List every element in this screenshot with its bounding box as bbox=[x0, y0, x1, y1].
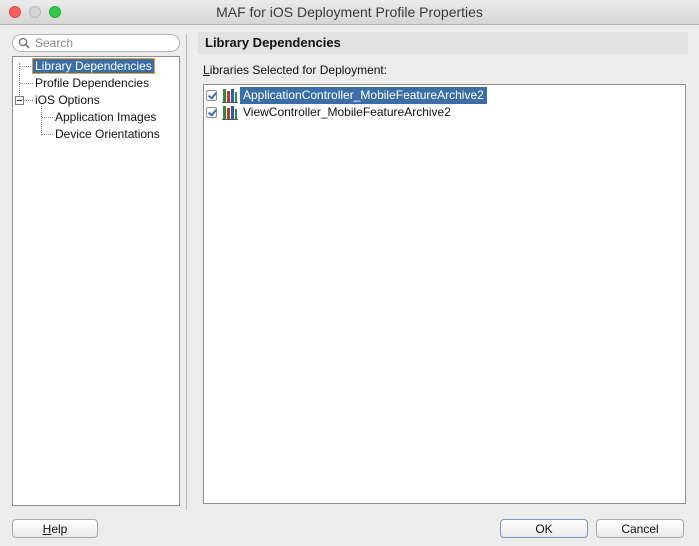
split-divider[interactable] bbox=[186, 34, 187, 510]
nav-item-device-orientations[interactable]: Device Orientations bbox=[55, 126, 160, 142]
panel-header: Library Dependencies bbox=[198, 32, 688, 54]
tree-line bbox=[42, 117, 53, 118]
tree-line bbox=[41, 106, 42, 135]
nav-item-library-dependencies[interactable]: Library Dependencies bbox=[32, 58, 155, 74]
library-checkbox[interactable] bbox=[206, 90, 217, 101]
search-input[interactable] bbox=[35, 35, 173, 51]
library-name: ApplicationController_MobileFeatureArchi… bbox=[240, 87, 487, 104]
library-checkbox[interactable] bbox=[206, 107, 217, 118]
navigation-tree: Library Dependencies Profile Dependencie… bbox=[12, 56, 180, 506]
nav-item-profile-dependencies[interactable]: Profile Dependencies bbox=[35, 75, 149, 91]
library-icon bbox=[222, 106, 238, 120]
tree-line bbox=[42, 134, 53, 135]
tree-line bbox=[20, 66, 33, 67]
tree-line bbox=[20, 83, 33, 84]
search-field[interactable] bbox=[12, 34, 180, 52]
panel-title: Library Dependencies bbox=[205, 35, 341, 50]
window-title: MAF for iOS Deployment Profile Propertie… bbox=[216, 4, 483, 20]
search-icon bbox=[18, 37, 30, 49]
libraries-label-text: ibraries Selected for Deployment: bbox=[209, 63, 388, 77]
nav-item-ios-options[interactable]: iOS Options bbox=[35, 92, 100, 108]
library-name: ViewController_MobileFeatureArchive2 bbox=[243, 105, 451, 119]
mnemonic-letter: L bbox=[203, 63, 210, 77]
tree-line bbox=[25, 100, 33, 101]
nav-item-label: Profile Dependencies bbox=[35, 76, 150, 90]
cancel-button[interactable]: Cancel bbox=[596, 519, 684, 538]
ok-button[interactable]: OK bbox=[500, 519, 588, 538]
nav-item-application-images[interactable]: Application Images bbox=[55, 109, 156, 125]
nav-item-label: Device Orientations bbox=[55, 127, 160, 141]
nav-item-label: Library Dependencies bbox=[32, 58, 155, 74]
libraries-label: Libraries Selected for Deployment: bbox=[203, 63, 387, 77]
title-bar: MAF for iOS Deployment Profile Propertie… bbox=[0, 0, 699, 25]
library-icon bbox=[222, 89, 238, 103]
help-button[interactable]: Help bbox=[12, 519, 98, 538]
nav-item-label: Application Images bbox=[55, 110, 157, 124]
libraries-list: ApplicationController_MobileFeatureArchi… bbox=[203, 84, 686, 504]
nav-item-label: iOS Options bbox=[35, 93, 100, 107]
help-label: elp bbox=[51, 522, 68, 536]
collapse-toggle-icon[interactable] bbox=[15, 96, 24, 105]
